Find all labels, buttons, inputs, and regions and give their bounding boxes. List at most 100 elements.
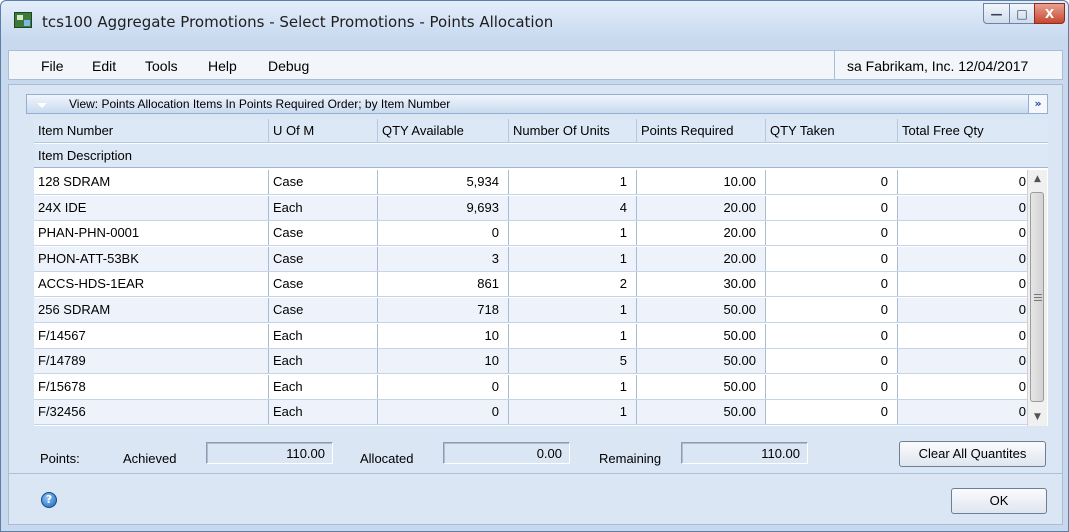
number-of-units-cell: 1 [509,246,637,271]
qty-available-cell: 10 [378,349,509,374]
points-required-cell: 50.00 [637,349,766,374]
table-row[interactable]: 24X IDE Each 9,693 4 20.00 0 0 [34,195,1036,221]
view-dropdown-icon[interactable] [32,99,52,111]
qty-taken-input[interactable]: 0 [766,374,898,399]
qty-available-cell: 718 [378,298,509,322]
minimize-icon: — [990,6,1003,21]
grid-subheader: Item Description [34,144,1048,168]
menu-edit[interactable]: Edit [92,58,116,74]
scroll-thumb[interactable] [1030,192,1044,402]
menu-file[interactable]: File [41,58,64,74]
qty-taken-input[interactable]: 0 [766,221,898,246]
achieved-label: Achieved [123,451,177,466]
number-of-units-cell: 5 [509,349,637,374]
points-required-cell: 50.00 [637,374,766,399]
app-icon [14,12,32,28]
view-bar[interactable]: View: Points Allocation Items In Points … [26,94,1048,114]
table-row[interactable]: F/14789 Each 10 5 50.00 0 0 [34,349,1036,375]
col-header-qty-available[interactable]: QTY Available [378,119,509,143]
qty-taken-input[interactable]: 0 [766,323,898,348]
menu-debug[interactable]: Debug [268,58,309,74]
grid-header: Item Number U Of M QTY Available Number … [34,119,1048,143]
minimize-button[interactable]: — [983,3,1010,24]
window-title: tcs100 Aggregate Promotions - Select Pro… [42,13,554,31]
number-of-units-cell: 4 [509,195,637,220]
item-number-cell: F/14789 [34,349,269,374]
maximize-button[interactable]: □ [1009,3,1035,24]
total-free-qty-cell: 0 [898,323,1036,348]
col-header-number-of-units[interactable]: Number Of Units [509,119,637,143]
col-header-total-free-qty[interactable]: Total Free Qty [898,119,1048,143]
ok-button[interactable]: OK [951,488,1047,514]
number-of-units-cell: 2 [509,272,637,297]
points-allocation-window: tcs100 Aggregate Promotions - Select Pro… [0,0,1069,532]
number-of-units-cell: 1 [509,374,637,399]
menu-bar: File Edit Tools Help Debug sa Fabrikam, … [8,50,1063,80]
table-row[interactable]: F/32456 Each 0 1 50.00 0 0 [34,400,1036,426]
uom-cell: Case [269,298,378,322]
allocated-label: Allocated [360,451,414,466]
remaining-label: Remaining [599,451,662,466]
close-button[interactable]: X [1034,3,1065,24]
col-header-qty-taken[interactable]: QTY Taken [766,119,898,143]
qty-taken-input[interactable]: 0 [766,170,898,194]
col-header-uom[interactable]: U Of M [269,119,378,143]
table-row[interactable]: 128 SDRAM Case 5,934 1 10.00 0 0 [34,170,1036,195]
points-required-cell: 10.00 [637,170,766,194]
qty-taken-input[interactable]: 0 [766,298,898,322]
col-header-points-required[interactable]: Points Required [637,119,766,143]
qty-taken-input[interactable]: 0 [766,246,898,271]
scroll-up-icon[interactable]: ▲ [1028,170,1047,188]
col-header-item-number[interactable]: Item Number [34,119,269,143]
item-number-cell: 128 SDRAM [34,170,269,194]
qty-available-cell: 0 [378,374,509,399]
allocated-value: 0.00 [443,442,570,464]
uom-cell: Each [269,374,378,399]
clear-all-quantities-button[interactable]: Clear All Quantites [899,441,1046,467]
qty-available-cell: 3 [378,246,509,271]
points-required-cell: 50.00 [637,298,766,322]
table-row[interactable]: 256 SDRAM Case 718 1 50.00 0 0 [34,298,1036,323]
menu-tools[interactable]: Tools [145,58,178,74]
points-required-cell: 20.00 [637,246,766,271]
total-free-qty-cell: 0 [898,195,1036,220]
uom-cell: Case [269,221,378,246]
total-free-qty-cell: 0 [898,272,1036,297]
achieved-value: 110.00 [206,442,333,464]
help-icon[interactable]: ? [41,492,57,508]
table-row[interactable]: ACCS-HDS-1EAR Case 861 2 30.00 0 0 [34,272,1036,298]
scroll-down-icon[interactable]: ▼ [1028,408,1047,426]
qty-taken-input[interactable]: 0 [766,400,898,425]
qty-available-cell: 0 [378,221,509,246]
title-bar[interactable]: tcs100 Aggregate Promotions - Select Pro… [1,1,1068,41]
item-number-cell: F/14567 [34,323,269,348]
close-icon: X [1044,6,1055,21]
table-row[interactable]: PHON-ATT-53BK Case 3 1 20.00 0 0 [34,246,1036,272]
qty-available-cell: 9,693 [378,195,509,220]
number-of-units-cell: 1 [509,170,637,194]
remaining-value: 110.00 [681,442,808,464]
points-required-cell: 50.00 [637,400,766,425]
points-required-cell: 30.00 [637,272,766,297]
points-required-cell: 20.00 [637,221,766,246]
uom-cell: Each [269,195,378,220]
table-row[interactable]: F/15678 Each 0 1 50.00 0 0 [34,374,1036,400]
number-of-units-cell: 1 [509,323,637,348]
qty-available-cell: 861 [378,272,509,297]
total-free-qty-cell: 0 [898,400,1036,425]
qty-taken-input[interactable]: 0 [766,195,898,220]
menu-help[interactable]: Help [208,58,237,74]
points-label: Points: [40,451,80,466]
qty-taken-input[interactable]: 0 [766,272,898,297]
table-row[interactable]: F/14567 Each 10 1 50.00 0 0 [34,323,1036,349]
table-row[interactable]: PHAN-PHN-0001 Case 0 1 20.00 0 0 [34,221,1036,247]
item-number-cell: F/32456 [34,400,269,425]
number-of-units-cell: 1 [509,221,637,246]
expand-icon[interactable]: » [1028,94,1048,114]
qty-taken-input[interactable]: 0 [766,349,898,374]
grid-scrollbar[interactable]: ▲ ▼ [1027,170,1047,426]
uom-cell: Case [269,246,378,271]
uom-cell: Case [269,272,378,297]
col-header-item-description[interactable]: Item Description [34,144,1048,168]
company-info: sa Fabrikam, Inc. 12/04/2017 [834,51,1063,79]
